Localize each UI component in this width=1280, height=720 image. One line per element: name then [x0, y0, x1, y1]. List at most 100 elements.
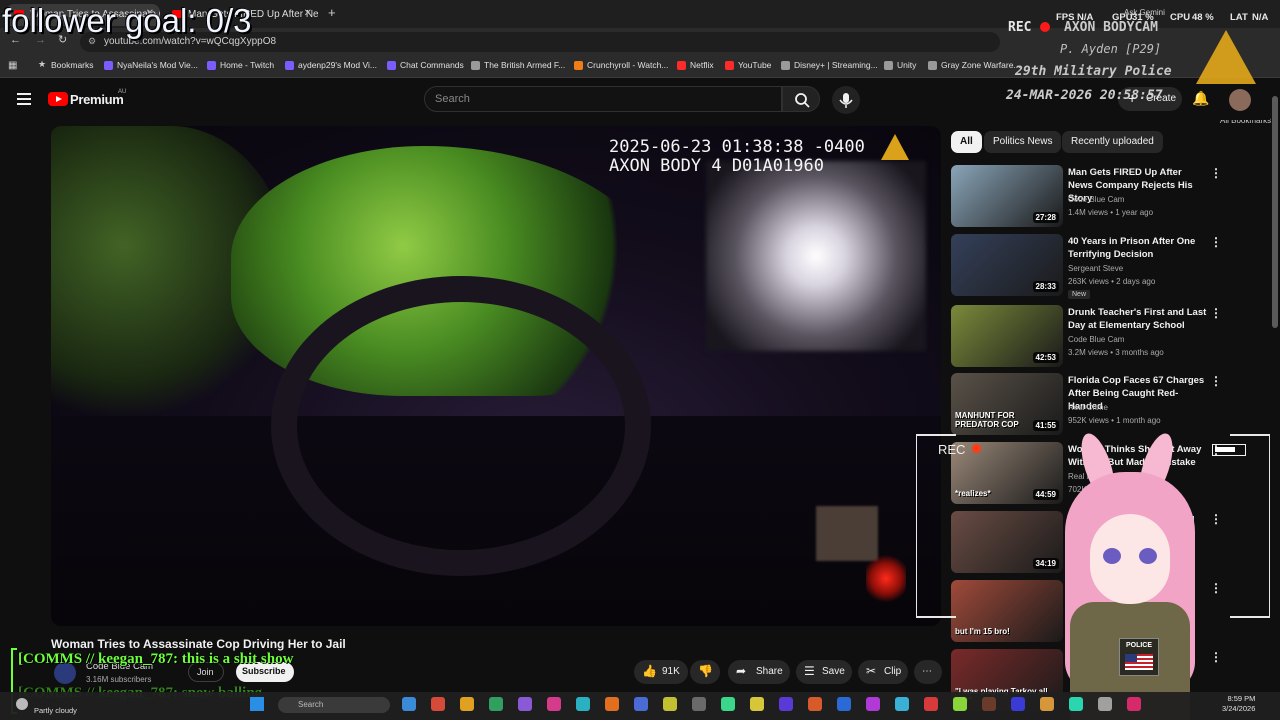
voice-search-button[interactable] — [832, 86, 860, 114]
more-options-icon[interactable]: ⋮ — [1210, 235, 1222, 249]
search-button[interactable] — [782, 86, 820, 112]
taskbar-app-icon[interactable] — [953, 697, 967, 711]
thumbs-down-icon: 👎 — [698, 664, 713, 678]
taskbar-app-icon[interactable] — [576, 697, 590, 711]
recommendation-thumbnail[interactable]: 27:28 — [951, 165, 1063, 227]
taskbar-app-icon[interactable] — [489, 697, 503, 711]
bookmark-item[interactable]: Bookmarks — [38, 59, 94, 70]
taskbar-app-icon[interactable] — [866, 697, 880, 711]
taskbar-app-icon[interactable] — [837, 697, 851, 711]
bookmark-item[interactable]: The British Armed F... — [471, 60, 565, 70]
recommendation-thumbnail[interactable]: 28:33 — [951, 234, 1063, 296]
system-clock[interactable]: 8:59 PM 3/24/2026 — [1222, 694, 1255, 714]
more-options-icon[interactable]: ⋮ — [1210, 374, 1222, 388]
chip-politics-news[interactable]: Politics News — [984, 131, 1062, 153]
bookmark-item[interactable]: Netflix — [677, 60, 714, 70]
taskbar-app-icon[interactable] — [402, 697, 416, 711]
axon-logo-icon — [1196, 30, 1256, 84]
new-tab-icon[interactable]: + — [328, 5, 336, 20]
bookmark-item[interactable]: Unity — [884, 60, 916, 70]
chip-recently-uploaded[interactable]: Recently uploaded — [1062, 131, 1163, 153]
bodycam-device-label: AXON BODYCAM — [1064, 20, 1158, 35]
bodycam-unit-label: 29th Military Police — [1015, 64, 1172, 79]
video-bodycam-timestamp: 2025-06-23 01:38:38 -0400 AXON BODY 4 D0… — [609, 138, 865, 176]
bookmark-item[interactable]: Gray Zone Warfare... — [928, 60, 1021, 70]
ask-gemini-button[interactable]: Ask Gemini — [1124, 8, 1165, 17]
more-actions-button[interactable]: ⋯ — [914, 660, 942, 684]
taskbar-app-icon[interactable] — [692, 697, 706, 711]
taskbar-app-icon[interactable] — [547, 697, 561, 711]
bookmark-item[interactable]: Chat Commands — [387, 60, 464, 70]
battery-icon — [1212, 444, 1246, 456]
recommendation-channel[interactable]: Code Blue Cam — [1068, 195, 1124, 204]
webcam-rec-label: REC — [938, 442, 966, 457]
taskbar-app-icon[interactable] — [895, 697, 909, 711]
more-dots-icon: ⋯ — [922, 666, 932, 677]
taskbar-app-icon[interactable] — [721, 697, 735, 711]
device-text: AXON BODY 4 D01A01960 — [609, 156, 824, 176]
more-options-icon[interactable]: ⋮ — [1210, 166, 1222, 180]
new-badge: New — [1068, 290, 1091, 299]
axon-logo-icon — [881, 134, 909, 160]
youtube-logo-icon[interactable] — [48, 92, 68, 106]
page-scrollbar[interactable] — [1272, 96, 1278, 328]
taskbar-app-icon[interactable] — [460, 697, 474, 711]
menu-icon[interactable] — [17, 93, 31, 105]
bookmark-item[interactable]: YouTube — [725, 60, 771, 70]
recommendation-channel[interactable]: Real Crime — [1068, 403, 1108, 412]
taskbar-app-icon[interactable] — [1127, 697, 1141, 711]
taskbar-app-icon[interactable] — [663, 697, 677, 711]
bodycam-officer-label: P. Ayden [P29] — [1060, 42, 1162, 56]
recommendation-channel[interactable]: Code Blue Cam — [1068, 335, 1124, 344]
notifications-bell-icon[interactable]: 🔔 — [1192, 90, 1209, 107]
share-button[interactable]: ➦ Share — [728, 660, 790, 684]
search-input[interactable]: Search — [424, 86, 782, 112]
like-count: 91K — [662, 666, 680, 677]
taskbar-app-icon[interactable] — [518, 697, 532, 711]
recording-dot-icon — [972, 444, 981, 453]
avatar-eye-right — [1139, 548, 1157, 564]
recommendation-thumbnail[interactable]: 42:53 — [951, 305, 1063, 367]
start-menu-icon[interactable] — [250, 697, 264, 711]
taskbar-app-icon[interactable] — [808, 697, 822, 711]
taskbar-app-icon[interactable] — [431, 697, 445, 711]
bookmark-item[interactable]: aydenp29's Mod Vi... — [285, 60, 377, 70]
taskbar-app-icon[interactable] — [924, 697, 938, 711]
taskbar-app-icon[interactable] — [750, 697, 764, 711]
video-player[interactable]: 2025-06-23 01:38:38 -0400 AXON BODY 4 D0… — [51, 126, 941, 626]
taskbar-search-input[interactable]: Search — [278, 697, 390, 713]
taskbar-app-icon[interactable] — [982, 697, 996, 711]
taskbar-app-icon[interactable] — [1069, 697, 1083, 711]
recommendation-title[interactable]: 40 Years in Prison After One Terrifying … — [1068, 235, 1208, 261]
recommendation-channel[interactable]: Sergeant Steve — [1068, 264, 1123, 273]
bookmark-item[interactable]: NyaNeila's Mod Vie... — [104, 60, 198, 70]
taskbar-app-icon[interactable] — [605, 697, 619, 711]
video-title: Woman Tries to Assassinate Cop Driving H… — [51, 637, 346, 651]
duration-badge: 28:33 — [1032, 281, 1059, 292]
recommendation-thumbnail[interactable]: MANHUNT FOR PREDATOR COP 41:55 — [951, 373, 1063, 435]
chip-all[interactable]: All — [951, 131, 982, 153]
frame-corner — [916, 616, 956, 618]
account-avatar[interactable] — [1229, 89, 1251, 111]
apps-grid-icon[interactable]: ▦ — [8, 60, 17, 71]
save-button[interactable]: ☰ Save — [796, 660, 852, 684]
more-options-icon[interactable]: ⋮ — [1210, 306, 1222, 320]
bookmark-item[interactable]: Disney+ | Streaming... — [781, 60, 878, 70]
taskbar-app-icon[interactable] — [779, 697, 793, 711]
region-code: AU — [118, 89, 127, 95]
like-button[interactable]: 👍 91K — [634, 660, 688, 684]
bookmark-item[interactable]: Crunchyroll - Watch... — [574, 60, 668, 70]
clip-button[interactable]: ✂ Clip — [858, 660, 908, 684]
bookmark-item[interactable]: Home - Twitch — [207, 60, 274, 70]
weather-text[interactable]: Partly cloudy — [34, 706, 77, 715]
taskbar-app-icon[interactable] — [1098, 697, 1112, 711]
dislike-button[interactable]: 👎 — [690, 660, 720, 684]
recommendation-meta: 263K views • 2 days ago — [1068, 277, 1156, 286]
chat-message: [COMMS // keegan_787: this is a shit sho… — [18, 651, 294, 667]
recommendation-title[interactable]: Drunk Teacher's First and Last Day at El… — [1068, 306, 1208, 332]
close-tab-icon[interactable]: ✕ — [304, 8, 312, 19]
taskbar-app-icon[interactable] — [1011, 697, 1025, 711]
taskbar-app-icon[interactable] — [634, 697, 648, 711]
taskbar-app-icon[interactable] — [1040, 697, 1054, 711]
youtube-brand[interactable]: Premium — [70, 92, 124, 107]
